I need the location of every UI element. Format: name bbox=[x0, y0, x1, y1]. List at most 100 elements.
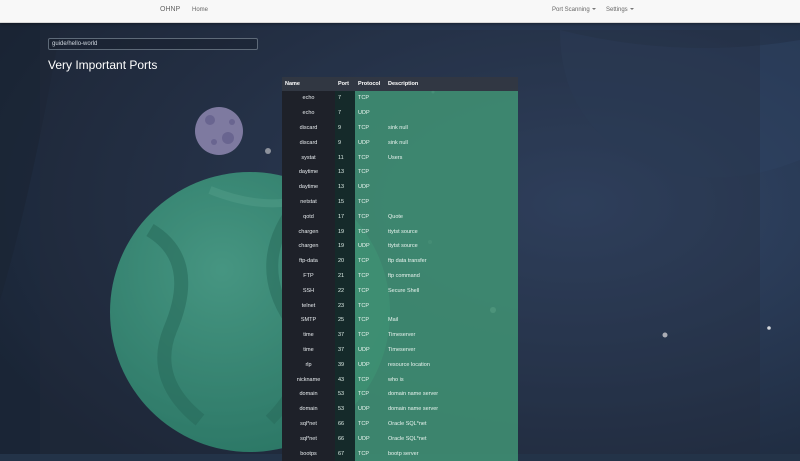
port-number-cell: 19 bbox=[335, 224, 355, 239]
port-number-cell: 39 bbox=[335, 357, 355, 373]
description-cell: sink null bbox=[385, 120, 518, 136]
port-name-cell: qotd bbox=[282, 209, 335, 225]
port-name-cell: SMTP bbox=[282, 312, 335, 328]
port-number-cell: 37 bbox=[335, 327, 355, 343]
description-cell bbox=[385, 194, 518, 210]
table-row[interactable]: domain 53 TCP domain name server bbox=[282, 386, 518, 402]
port-name-cell: time bbox=[282, 342, 335, 358]
table-row[interactable]: time 37 UDP Timeserver bbox=[282, 342, 518, 358]
description-cell: domain name server bbox=[385, 401, 518, 417]
port-name-cell: sql*net bbox=[282, 431, 335, 447]
protocol-cell: TCP bbox=[355, 120, 385, 136]
port-number-cell: 13 bbox=[335, 179, 355, 195]
port-name-cell: nickname bbox=[282, 372, 335, 387]
description-cell: Secure Shell bbox=[385, 283, 518, 299]
port-number-cell: 13 bbox=[335, 164, 355, 180]
table-row[interactable]: echo 7 UDP bbox=[282, 105, 518, 121]
table-header-row: Name Port Protocol Description bbox=[282, 77, 518, 91]
port-number-cell: 7 bbox=[335, 105, 355, 121]
description-cell: Timeserver bbox=[385, 327, 518, 343]
port-number-cell: 22 bbox=[335, 283, 355, 299]
port-name-cell: echo bbox=[282, 91, 335, 106]
port-name-cell: domain bbox=[282, 401, 335, 417]
port-name-cell: discard bbox=[282, 120, 335, 136]
brand-link[interactable]: OHNP bbox=[160, 6, 180, 13]
table-row[interactable]: netstat 15 TCP bbox=[282, 194, 518, 210]
port-name-cell: daytime bbox=[282, 164, 335, 180]
header-protocol[interactable]: Protocol bbox=[355, 77, 385, 91]
table-row[interactable]: chargen 19 UDP ttytst source bbox=[282, 238, 518, 254]
port-number-cell: 23 bbox=[335, 298, 355, 313]
header-name[interactable]: Name bbox=[282, 77, 335, 91]
port-scanning-label: Port Scanning bbox=[552, 7, 590, 13]
port-number-cell: 15 bbox=[335, 194, 355, 210]
table-row[interactable]: discard 9 TCP sink null bbox=[282, 120, 518, 136]
page-title: Very Important Ports bbox=[48, 58, 158, 72]
description-cell bbox=[385, 298, 518, 313]
protocol-cell: TCP bbox=[355, 416, 385, 432]
table-row[interactable]: sql*net 66 TCP Oracle SQL*net bbox=[282, 416, 518, 432]
settings-label: Settings bbox=[606, 7, 628, 13]
table-row[interactable]: sql*net 66 UDP Oracle SQL*net bbox=[282, 431, 518, 447]
description-cell: domain name server bbox=[385, 386, 518, 402]
protocol-cell: UDP bbox=[355, 431, 385, 447]
header-description[interactable]: Description bbox=[385, 77, 518, 91]
header-port[interactable]: Port bbox=[335, 77, 355, 91]
port-name-cell: ftp-data bbox=[282, 253, 335, 269]
table-row[interactable]: time 37 TCP Timeserver bbox=[282, 327, 518, 343]
table-row[interactable]: daytime 13 TCP bbox=[282, 164, 518, 180]
port-number-cell: 25 bbox=[335, 312, 355, 328]
port-number-cell: 7 bbox=[335, 91, 355, 106]
table-row[interactable]: daytime 13 UDP bbox=[282, 179, 518, 195]
port-name-cell: telnet bbox=[282, 298, 335, 313]
protocol-cell: TCP bbox=[355, 283, 385, 299]
description-cell: who is bbox=[385, 372, 518, 387]
table-row[interactable]: chargen 19 TCP ttytst source bbox=[282, 224, 518, 239]
chevron-down-icon bbox=[591, 8, 596, 11]
table-row[interactable]: echo 7 TCP bbox=[282, 91, 518, 106]
description-cell: Oracle SQL*net bbox=[385, 416, 518, 432]
settings-dropdown[interactable]: Settings bbox=[606, 7, 634, 13]
port-name-cell: time bbox=[282, 327, 335, 343]
table-row[interactable]: SSH 22 TCP Secure Shell bbox=[282, 283, 518, 299]
description-cell: ttytst source bbox=[385, 224, 518, 239]
protocol-cell: TCP bbox=[355, 150, 385, 165]
protocol-cell: UDP bbox=[355, 135, 385, 151]
port-name-cell: domain bbox=[282, 386, 335, 402]
protocol-cell: TCP bbox=[355, 164, 385, 180]
protocol-cell: UDP bbox=[355, 179, 385, 195]
port-scanning-dropdown[interactable]: Port Scanning bbox=[552, 7, 596, 13]
description-cell: resource location bbox=[385, 357, 518, 373]
description-cell bbox=[385, 91, 518, 106]
table-row[interactable]: telnet 23 TCP bbox=[282, 298, 518, 313]
port-number-cell: 19 bbox=[335, 238, 355, 254]
description-cell: sink null bbox=[385, 135, 518, 151]
protocol-cell: TCP bbox=[355, 253, 385, 269]
protocol-cell: TCP bbox=[355, 372, 385, 387]
table-row[interactable]: qotd 17 TCP Quote bbox=[282, 209, 518, 225]
table-row[interactable]: SMTP 25 TCP Mail bbox=[282, 312, 518, 328]
path-input[interactable] bbox=[48, 38, 258, 50]
protocol-cell: TCP bbox=[355, 268, 385, 284]
description-cell: ttytst source bbox=[385, 238, 518, 254]
protocol-cell: TCP bbox=[355, 312, 385, 328]
table-row[interactable]: rlp 39 UDP resource location bbox=[282, 357, 518, 373]
port-number-cell: 37 bbox=[335, 342, 355, 358]
port-number-cell: 11 bbox=[335, 150, 355, 165]
port-number-cell: 20 bbox=[335, 253, 355, 269]
table-row[interactable]: FTP 21 TCP ftp command bbox=[282, 268, 518, 284]
port-number-cell: 53 bbox=[335, 386, 355, 402]
table-row[interactable]: discard 9 UDP sink null bbox=[282, 135, 518, 151]
port-name-cell: rlp bbox=[282, 357, 335, 373]
table-row[interactable]: domain 53 UDP domain name server bbox=[282, 401, 518, 417]
description-cell bbox=[385, 105, 518, 121]
protocol-cell: TCP bbox=[355, 91, 385, 106]
nav-home-link[interactable]: Home bbox=[192, 7, 208, 13]
port-number-cell: 53 bbox=[335, 401, 355, 417]
table-row[interactable]: systat 11 TCP Users bbox=[282, 150, 518, 165]
protocol-cell: UDP bbox=[355, 357, 385, 373]
port-number-cell: 66 bbox=[335, 416, 355, 432]
protocol-cell: TCP bbox=[355, 298, 385, 313]
table-row[interactable]: nickname 43 TCP who is bbox=[282, 372, 518, 387]
table-row[interactable]: ftp-data 20 TCP ftp data transfer bbox=[282, 253, 518, 269]
